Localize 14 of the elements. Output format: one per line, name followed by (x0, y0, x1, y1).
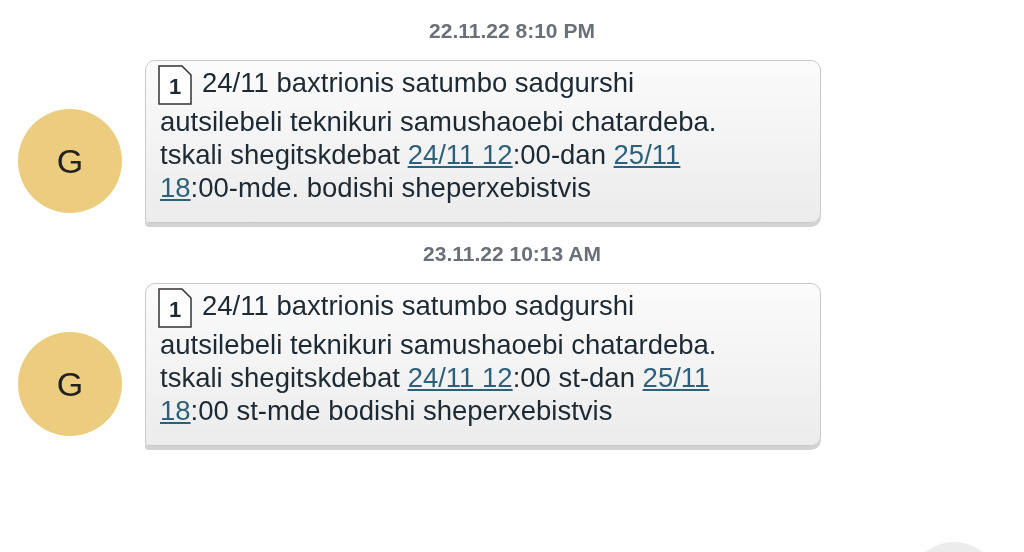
contact-avatar[interactable]: G (18, 109, 122, 213)
link[interactable]: 25/11 (613, 139, 681, 170)
link[interactable]: 24/11 12 (407, 362, 513, 393)
link[interactable]: 24/11 12 (407, 139, 513, 170)
message-date: 22.11.22 8:10 PM (429, 19, 595, 43)
message-text: 1 24/11 baxtrionis satumbo sadgurshi autsilebeli teknikuri samushaoebi chatardeba. tskali shegitskdebat 24/11 12:00 st-dan 25/11 18:00 st-mde bodishi sheperxebistvis (160, 287, 718, 427)
message-text: 1 24/11 baxtrionis satumbo sadgurshi autsilebeli teknikuri samushaoebi chatardeba. tskali shegitskdebat 24/11 12:00-dan 25/11 18:00-mde. bodishi sheperxebistvis (160, 64, 718, 204)
message-date: 23.11.22 10:13 AM (423, 242, 601, 266)
sim-icon: 1 (158, 288, 192, 328)
contact-avatar[interactable]: G (18, 332, 122, 436)
link[interactable]: 18 (160, 395, 191, 426)
link[interactable]: 25/11 (642, 362, 710, 393)
link[interactable]: 18 (160, 172, 191, 203)
sim-icon: 1 (158, 65, 192, 105)
